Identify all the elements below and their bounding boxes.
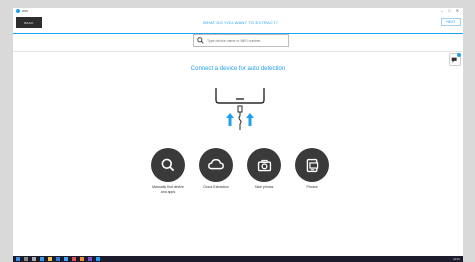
active-app-icon[interactable] bbox=[88, 257, 92, 261]
search-input[interactable] bbox=[207, 37, 287, 44]
action-label: Manually find device and apps bbox=[152, 185, 184, 194]
mail-icon[interactable] bbox=[64, 257, 68, 261]
magnifier-icon bbox=[161, 158, 175, 172]
folder-icon[interactable] bbox=[48, 257, 52, 261]
header-divider bbox=[13, 51, 463, 52]
app-logo-icon bbox=[16, 9, 20, 13]
notification-dot bbox=[457, 53, 461, 57]
page-title: WHAT DO YOU WANT TO EXTRACT? bbox=[203, 20, 279, 25]
action-manual-find[interactable]: Manually find device and apps bbox=[149, 148, 187, 194]
store-icon[interactable] bbox=[56, 257, 60, 261]
action-photos[interactable]: Photos bbox=[293, 148, 331, 190]
media-icon[interactable] bbox=[72, 257, 76, 261]
browser-icon[interactable] bbox=[40, 257, 44, 261]
extract-app-icon[interactable] bbox=[96, 257, 100, 261]
search-bar[interactable] bbox=[193, 34, 289, 47]
take-photos-button[interactable] bbox=[247, 148, 281, 182]
task-view-icon[interactable] bbox=[32, 257, 36, 261]
action-label: Take photos bbox=[254, 185, 274, 189]
start-icon[interactable] bbox=[16, 257, 20, 261]
app-window: WIN – □ ✕ BACK WHAT DO YOU WANT TO EXTRA… bbox=[13, 8, 463, 256]
os-taskbar: ENG bbox=[13, 256, 463, 262]
action-options: Manually find device and apps Cloud Extr… bbox=[149, 148, 333, 208]
cloud-extraction-button[interactable] bbox=[199, 148, 233, 182]
action-label: Photos bbox=[306, 185, 318, 189]
photo-import-icon bbox=[306, 158, 318, 172]
next-button[interactable]: NEXT bbox=[441, 18, 461, 26]
app-icon[interactable] bbox=[80, 257, 84, 261]
system-tray: ENG bbox=[453, 257, 460, 261]
search-taskbar-icon[interactable] bbox=[24, 257, 28, 261]
action-take-photos[interactable]: Take photos bbox=[245, 148, 283, 190]
chat-button[interactable] bbox=[449, 53, 461, 66]
action-cloud-extraction[interactable]: Cloud Extraction bbox=[197, 148, 235, 190]
connect-title: Connect a device for auto detection bbox=[190, 66, 286, 72]
action-label: Cloud Extraction bbox=[203, 185, 229, 189]
phone-connect-illustration bbox=[215, 88, 265, 130]
search-icon bbox=[197, 37, 204, 44]
top-toolbar: BACK WHAT DO YOU WANT TO EXTRACT? NEXT bbox=[13, 14, 463, 34]
manual-find-button[interactable] bbox=[151, 148, 185, 182]
back-button[interactable]: BACK bbox=[16, 17, 42, 28]
cloud-icon bbox=[208, 158, 224, 170]
photos-button[interactable] bbox=[295, 148, 329, 182]
camera-icon bbox=[257, 159, 271, 171]
